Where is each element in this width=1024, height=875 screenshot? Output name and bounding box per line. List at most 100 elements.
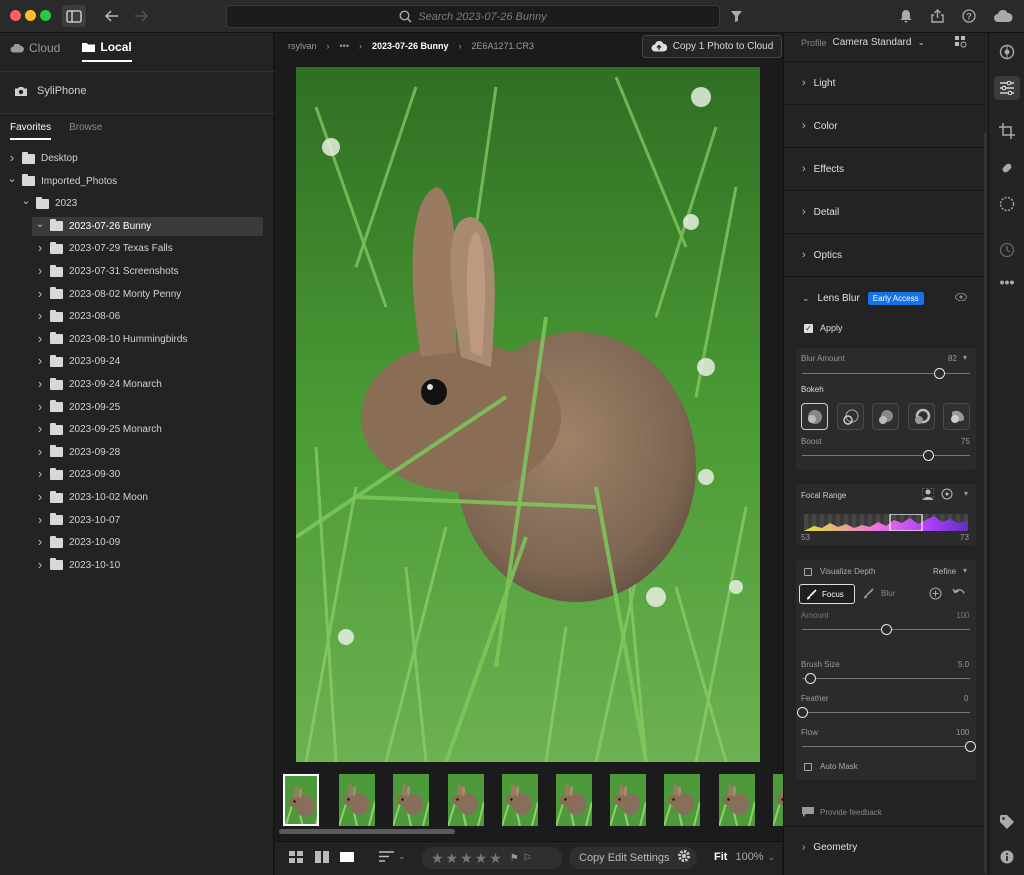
- breadcrumb-item[interactable]: •••: [340, 41, 349, 51]
- section-color[interactable]: › Color: [784, 104, 984, 147]
- minimize-window-button[interactable]: [25, 10, 36, 21]
- chevron-right-icon[interactable]: ›: [36, 376, 44, 391]
- folder-tree-item[interactable]: › 2023-08-02 Monty Penny: [36, 285, 181, 304]
- section-lens-blur[interactable]: ⌄ Lens Blur Early Access: [784, 276, 984, 319]
- chevron-down-icon[interactable]: ⌄: [7, 172, 16, 185]
- reject-flag-icon[interactable]: ⚐: [523, 853, 532, 864]
- folder-tree-item[interactable]: › 2023-10-07: [36, 511, 120, 530]
- reset-icon[interactable]: [952, 587, 966, 602]
- folder-tree-item[interactable]: › 2023-08-06: [36, 307, 120, 326]
- tag-icon[interactable]: [997, 812, 1017, 832]
- bokeh-bubble-button[interactable]: [837, 403, 864, 430]
- refine-dropdown[interactable]: Refine: [933, 567, 956, 576]
- bokeh-circle-button[interactable]: [801, 403, 828, 430]
- folder-tree-item[interactable]: › 2023-09-25: [36, 398, 120, 417]
- brush-size-value[interactable]: 5.0: [958, 660, 969, 669]
- sort-icon[interactable]: ⌄: [379, 851, 406, 862]
- folder-tree-item[interactable]: › 2023-07-31 Screenshots: [36, 262, 179, 281]
- profile-browser-icon[interactable]: [955, 36, 967, 51]
- filmstrip-thumbnail[interactable]: [339, 774, 376, 826]
- history-icon[interactable]: [997, 240, 1017, 260]
- close-window-button[interactable]: [10, 10, 21, 21]
- search-input[interactable]: Search 2023-07-26 Bunny: [226, 5, 720, 28]
- bokeh-blade-button[interactable]: [872, 403, 899, 430]
- boost-slider[interactable]: [802, 455, 970, 456]
- chevron-right-icon[interactable]: ›: [36, 534, 44, 549]
- filmstrip-thumbnail[interactable]: [556, 774, 592, 826]
- add-icon[interactable]: [929, 587, 942, 603]
- eye-icon[interactable]: [954, 291, 968, 304]
- feather-knob[interactable]: [796, 707, 808, 718]
- fit-zoom-control[interactable]: Fit 100% ⌄: [714, 851, 775, 863]
- bokeh-cat-eye-button[interactable]: [943, 403, 970, 430]
- chevron-right-icon[interactable]: ›: [36, 353, 44, 368]
- feather-value[interactable]: 0: [964, 694, 968, 703]
- tab-favorites[interactable]: Favorites: [10, 122, 52, 140]
- folder-tree-item[interactable]: › 2023-09-24 Monarch: [36, 375, 162, 394]
- bokeh-ring-button[interactable]: [908, 403, 935, 430]
- folder-tree-item[interactable]: ⌄ 2023-07-26 Bunny: [32, 216, 263, 236]
- sidebar-toggle-icon[interactable]: [62, 5, 86, 27]
- filmstrip-thumbnail[interactable]: [393, 774, 430, 826]
- help-icon[interactable]: ?: [961, 5, 977, 27]
- flow-knob[interactable]: [964, 741, 976, 752]
- chevron-right-icon[interactable]: ›: [36, 263, 44, 278]
- tab-local[interactable]: Local: [82, 40, 132, 62]
- provide-feedback-link[interactable]: Provide feedback: [802, 807, 882, 817]
- chevron-right-icon[interactable]: ›: [8, 150, 16, 165]
- copy-edit-settings-button[interactable]: Copy Edit Settings: [579, 852, 670, 864]
- chevron-right-icon[interactable]: ›: [36, 240, 44, 255]
- filmstrip-thumbnail[interactable]: [664, 774, 701, 826]
- back-arrow-icon[interactable]: [102, 5, 122, 27]
- filmstrip-thumbnail[interactable]: [447, 774, 484, 826]
- chevron-right-icon[interactable]: ›: [36, 399, 44, 414]
- filter-icon[interactable]: [728, 5, 744, 27]
- boost-value[interactable]: 75: [961, 437, 970, 446]
- info-icon[interactable]: [997, 847, 1017, 867]
- detail-view-icon[interactable]: [340, 851, 354, 863]
- folder-tree-item[interactable]: › 2023-09-28: [36, 443, 120, 462]
- folder-tree-item[interactable]: › 2023-09-30: [36, 465, 120, 484]
- profile-select[interactable]: Camera Standard: [833, 37, 912, 48]
- folder-tree-item[interactable]: › Desktop: [8, 149, 78, 168]
- folder-tree-item[interactable]: › 2023-10-09: [36, 533, 120, 552]
- chevron-right-icon[interactable]: ›: [36, 444, 44, 459]
- focus-brush-button[interactable]: Focus: [799, 584, 855, 604]
- filmstrip-thumbnail[interactable]: [718, 774, 755, 826]
- chevron-right-icon[interactable]: ›: [36, 512, 44, 527]
- brush-size-knob[interactable]: [804, 673, 816, 684]
- copy-to-cloud-button[interactable]: Copy 1 Photo to Cloud: [642, 35, 782, 58]
- cloud-icon[interactable]: [991, 5, 1015, 27]
- zoom-window-button[interactable]: [40, 10, 51, 21]
- amount-value[interactable]: 100: [956, 611, 969, 620]
- filmstrip-thumbnail[interactable]: [283, 774, 319, 826]
- filmstrip-thumbnail[interactable]: [501, 774, 538, 826]
- folder-tree-item[interactable]: › 2023-10-10: [36, 556, 120, 575]
- section-optics[interactable]: › Optics: [784, 233, 984, 276]
- main-photo[interactable]: [296, 67, 760, 762]
- breadcrumb-item[interactable]: 2023-07-26 Bunny: [372, 41, 449, 51]
- masking-icon[interactable]: [997, 194, 1017, 214]
- chevron-right-icon[interactable]: ›: [36, 331, 44, 346]
- filmstrip-scrollbar[interactable]: [279, 829, 455, 834]
- flow-value[interactable]: 100: [956, 728, 969, 737]
- chevron-down-icon[interactable]: ⌄: [35, 217, 44, 230]
- brush-size-slider[interactable]: [802, 678, 970, 679]
- section-effects[interactable]: › Effects: [784, 147, 984, 190]
- amount-knob[interactable]: [880, 624, 892, 635]
- subject-focus-icon[interactable]: [921, 487, 935, 503]
- chevron-down-icon[interactable]: ⌄: [21, 194, 30, 207]
- chevron-right-icon[interactable]: ›: [36, 489, 44, 504]
- device-item[interactable]: SyliPhone: [14, 85, 87, 97]
- tab-cloud[interactable]: Cloud: [10, 40, 60, 62]
- star-rating[interactable]: ★★★★★: [431, 850, 504, 867]
- square-grid-icon[interactable]: [315, 851, 329, 863]
- visualize-depth-checkbox[interactable]: Visualize Depth: [804, 567, 875, 576]
- folder-tree-item[interactable]: › 2023-07-29 Texas Falls: [36, 239, 173, 258]
- chevron-right-icon[interactable]: ›: [36, 308, 44, 323]
- folder-tree-item[interactable]: › 2023-08-10 Hummingbirds: [36, 330, 188, 349]
- folder-tree-item[interactable]: › 2023-09-25 Monarch: [36, 420, 162, 439]
- edit-sliders-icon[interactable]: [994, 76, 1020, 100]
- share-icon[interactable]: [929, 5, 945, 27]
- feather-slider[interactable]: [802, 712, 970, 713]
